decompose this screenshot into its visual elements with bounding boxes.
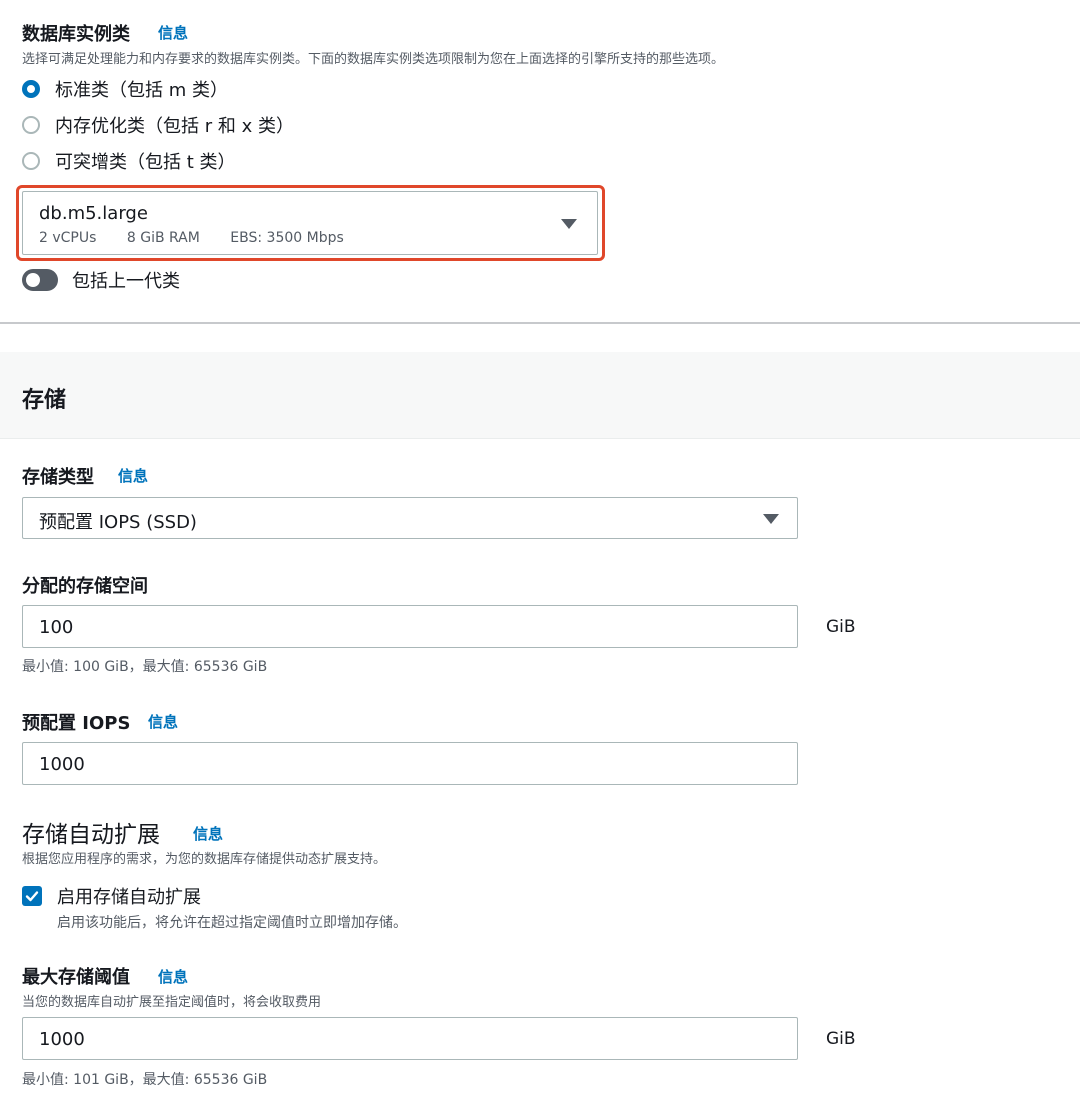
radio-option-memory-optimized[interactable]: 内存优化类（包括 r 和 x 类） <box>22 114 294 137</box>
allocated-storage-label: 分配的存储空间 <box>22 576 148 597</box>
autoscaling-checkbox[interactable] <box>22 886 42 906</box>
instance-class-select[interactable]: db.m5.large 2 vCPUs 8 GiB RAM EBS: 3500 … <box>22 191 598 255</box>
radio-option-label: 标准类（包括 m 类） <box>55 80 228 101</box>
storage-section-header: 存储 <box>0 352 1080 439</box>
autoscaling-description: 根据您应用程序的需求，为您的数据库存储提供动态扩展支持。 <box>22 852 387 867</box>
storage-type-select[interactable]: 预配置 IOPS (SSD) <box>22 497 798 539</box>
chevron-down-icon <box>763 514 779 524</box>
autoscaling-title: 存储自动扩展 <box>22 822 160 848</box>
previous-generation-toggle-label: 包括上一代类 <box>72 271 180 292</box>
max-threshold-unit: GiB <box>826 1029 856 1049</box>
chevron-down-icon <box>561 219 577 229</box>
previous-generation-toggle-row[interactable]: 包括上一代类 <box>22 267 180 293</box>
allocated-storage-unit: GiB <box>826 617 856 637</box>
previous-generation-toggle[interactable] <box>22 269 58 291</box>
spec-ram: 8 GiB RAM <box>126 230 200 246</box>
radio-button-checked[interactable] <box>22 80 40 98</box>
max-threshold-input[interactable]: 1000 <box>22 1017 798 1060</box>
spec-vcpus: 2 vCPUs <box>39 230 97 246</box>
provisioned-iops-label: 预配置 IOPS <box>22 713 131 734</box>
radio-button[interactable] <box>22 152 40 170</box>
spec-ebs: EBS: 3500 Mbps <box>230 230 344 246</box>
toggle-knob <box>26 273 40 287</box>
radio-option-label: 内存优化类（包括 r 和 x 类） <box>55 116 294 137</box>
allocated-storage-value: 100 <box>39 617 74 638</box>
section-gap <box>0 324 1080 352</box>
max-threshold-description: 当您的数据库自动扩展至指定阈值时，将会收取费用 <box>22 995 322 1010</box>
max-threshold-label: 最大存储阈值 <box>22 967 130 988</box>
max-threshold-hint: 最小值: 101 GiB，最大值: 65536 GiB <box>22 1072 268 1088</box>
checkmark-icon <box>25 891 39 902</box>
radio-button[interactable] <box>22 116 40 134</box>
max-threshold-value: 1000 <box>39 1029 85 1050</box>
autoscaling-checkbox-hint: 启用该功能后，将允许在超过指定阈值时立即增加存储。 <box>57 915 407 931</box>
allocated-storage-hint: 最小值: 100 GiB，最大值: 65536 GiB <box>22 659 268 675</box>
instance-class-title: 数据库实例类 <box>22 24 130 45</box>
instance-class-specs: 2 vCPUs 8 GiB RAM EBS: 3500 Mbps <box>39 230 344 246</box>
radio-option-burstable[interactable]: 可突增类（包括 t 类） <box>22 150 236 173</box>
storage-section-title: 存储 <box>22 388 67 413</box>
autoscaling-checkbox-row[interactable]: 启用存储自动扩展 <box>22 885 201 908</box>
allocated-storage-input[interactable]: 100 <box>22 605 798 648</box>
radio-option-standard[interactable]: 标准类（包括 m 类） <box>22 78 228 101</box>
storage-type-value: 预配置 IOPS (SSD) <box>39 512 197 533</box>
instance-class-description: 选择可满足处理能力和内存要求的数据库实例类。下面的数据库实例类选项限制为您在上面… <box>22 52 725 67</box>
provisioned-iops-value: 1000 <box>39 754 85 775</box>
instance-class-selected-name: db.m5.large <box>39 203 148 224</box>
storage-type-label: 存储类型 <box>22 467 94 488</box>
autoscaling-info-link[interactable]: 信息 <box>193 823 223 844</box>
instance-class-info-link[interactable]: 信息 <box>158 22 188 43</box>
storage-type-info-link[interactable]: 信息 <box>118 465 148 486</box>
radio-option-label: 可突增类（包括 t 类） <box>55 152 236 173</box>
provisioned-iops-input[interactable]: 1000 <box>22 742 798 785</box>
autoscaling-checkbox-label: 启用存储自动扩展 <box>57 887 201 908</box>
provisioned-iops-info-link[interactable]: 信息 <box>148 711 178 732</box>
max-threshold-info-link[interactable]: 信息 <box>158 966 188 987</box>
